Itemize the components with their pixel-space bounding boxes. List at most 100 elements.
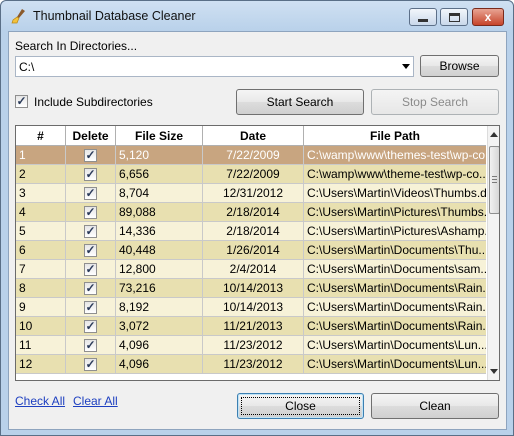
file-path-cell: C:\Users\Martin\Documents\sam... [304, 260, 486, 279]
date-cell: 11/23/2012 [203, 355, 304, 374]
title-bar[interactable]: Thumbnail Database Cleaner x [1, 1, 513, 31]
stop-search-button[interactable]: Stop Search [371, 89, 499, 115]
delete-checkbox[interactable]: ✓ [84, 300, 97, 314]
start-search-button[interactable]: Start Search [236, 89, 364, 115]
maximize-button[interactable] [440, 8, 468, 26]
directory-combobox[interactable]: C:\ [15, 56, 414, 77]
delete-checkbox[interactable]: ✓ [84, 243, 97, 257]
file-size-cell: 3,072 [116, 317, 203, 336]
clean-button[interactable]: Clean [371, 393, 499, 419]
delete-checkbox[interactable]: ✓ [84, 224, 97, 238]
table-row[interactable]: 9 ✓ 8,192 10/14/2013 C:\Users\Martin\Documen… [16, 298, 486, 317]
delete-cell[interactable]: ✓ [66, 279, 116, 298]
file-size-cell: 8,192 [116, 298, 203, 317]
file-path-cell: C:\wamp\www\theme-test\wp-co... [304, 165, 486, 184]
row-number: 2 [16, 165, 66, 184]
date-cell: 10/14/2013 [203, 279, 304, 298]
delete-cell[interactable]: ✓ [66, 241, 116, 260]
include-subdirectories-label[interactable]: Include Subdirectories [34, 95, 153, 109]
close-button[interactable]: Close [237, 393, 364, 419]
vertical-scrollbar[interactable] [487, 126, 499, 380]
delete-cell[interactable]: ✓ [66, 184, 116, 203]
scrollbar-thumb[interactable] [489, 146, 499, 214]
checkmark-icon: ✓ [85, 357, 96, 371]
file-path-cell: C:\Users\Martin\Documents\Rain... [304, 298, 486, 317]
checkmark-icon: ✓ [85, 300, 96, 314]
delete-cell[interactable]: ✓ [66, 317, 116, 336]
checkmark-icon: ✓ [85, 262, 96, 276]
check-all-link[interactable]: Check All [15, 394, 65, 408]
table-row[interactable]: 4 ✓ 89,088 2/18/2014 C:\Users\Martin\Picture… [16, 203, 486, 222]
delete-checkbox[interactable]: ✓ [84, 319, 97, 333]
checkmark-icon: ✓ [85, 205, 96, 219]
maximize-icon [449, 13, 460, 22]
client-area: Search In Directories... C:\ Browse ✓ In… [8, 31, 507, 430]
table-row[interactable]: 2 ✓ 6,656 7/22/2009 C:\wamp\www\theme-test\w… [16, 165, 486, 184]
date-cell: 12/31/2012 [203, 184, 304, 203]
file-size-cell: 8,704 [116, 184, 203, 203]
checkmark-icon: ✓ [85, 338, 96, 352]
delete-checkbox[interactable]: ✓ [84, 262, 97, 276]
row-number: 4 [16, 203, 66, 222]
table-row[interactable]: 7 ✓ 12,800 2/4/2014 C:\Users\Martin\Document… [16, 260, 486, 279]
chevron-down-icon[interactable] [402, 64, 410, 69]
delete-cell[interactable]: ✓ [66, 146, 116, 165]
column-header-delete[interactable]: Delete [66, 126, 116, 146]
table-row[interactable]: 8 ✓ 73,216 10/14/2013 C:\Users\Martin\Docume… [16, 279, 486, 298]
table-row[interactable]: 3 ✓ 8,704 12/31/2012 C:\Users\Martin\Videos\… [16, 184, 486, 203]
row-number: 11 [16, 336, 66, 355]
scroll-down-arrow-icon[interactable] [490, 369, 498, 374]
row-number: 8 [16, 279, 66, 298]
delete-cell[interactable]: ✓ [66, 355, 116, 374]
checkmark-icon: ✓ [85, 281, 96, 295]
browse-button[interactable]: Browse [420, 55, 499, 77]
delete-cell[interactable]: ✓ [66, 203, 116, 222]
grip-line [492, 176, 497, 177]
file-size-cell: 14,336 [116, 222, 203, 241]
table-row[interactable]: 12 ✓ 4,096 11/23/2012 C:\Users\Martin\Docume… [16, 355, 486, 374]
main-window: Thumbnail Database Cleaner x Search In D… [0, 0, 514, 436]
minimize-button[interactable] [409, 8, 437, 26]
file-size-cell: 12,800 [116, 260, 203, 279]
directory-value[interactable]: C:\ [19, 60, 34, 74]
date-cell: 2/18/2014 [203, 222, 304, 241]
table-row[interactable]: 11 ✓ 4,096 11/23/2012 C:\Users\Martin\Docume… [16, 336, 486, 355]
row-number: 7 [16, 260, 66, 279]
file-size-cell: 6,656 [116, 165, 203, 184]
broom-icon [11, 8, 27, 24]
delete-cell[interactable]: ✓ [66, 222, 116, 241]
close-window-button[interactable]: x [472, 8, 504, 26]
date-cell: 7/22/2009 [203, 146, 304, 165]
delete-cell[interactable]: ✓ [66, 260, 116, 279]
delete-cell[interactable]: ✓ [66, 165, 116, 184]
clear-all-link[interactable]: Clear All [73, 394, 118, 408]
table-row[interactable]: 5 ✓ 14,336 2/18/2014 C:\Users\Martin\Picture… [16, 222, 486, 241]
column-header-file-path[interactable]: File Path [304, 126, 486, 146]
window-title: Thumbnail Database Cleaner [33, 9, 196, 23]
include-subdirectories-checkbox[interactable]: ✓ [15, 94, 28, 108]
row-number: 5 [16, 222, 66, 241]
file-size-cell: 4,096 [116, 336, 203, 355]
table-row[interactable]: 10 ✓ 3,072 11/21/2013 C:\Users\Martin\Docume… [16, 317, 486, 336]
delete-checkbox[interactable]: ✓ [84, 186, 97, 200]
row-number: 9 [16, 298, 66, 317]
column-header-date[interactable]: Date [203, 126, 304, 146]
close-button-label: Close [285, 399, 316, 413]
delete-cell[interactable]: ✓ [66, 298, 116, 317]
table-row[interactable]: 6 ✓ 40,448 1/26/2014 C:\Users\Martin\Documen… [16, 241, 486, 260]
file-size-cell: 73,216 [116, 279, 203, 298]
scroll-up-arrow-icon[interactable] [490, 132, 498, 137]
delete-checkbox[interactable]: ✓ [84, 167, 97, 181]
grip-line [492, 179, 497, 180]
file-size-cell: 40,448 [116, 241, 203, 260]
table-row[interactable]: 1 ✓ 5,120 7/22/2009 C:\wamp\www\themes-test\… [16, 146, 486, 165]
delete-checkbox[interactable]: ✓ [84, 205, 97, 219]
delete-checkbox[interactable]: ✓ [84, 357, 97, 371]
results-table-body: # Delete File Size Date File Path 1 ✓ 5,12… [16, 126, 486, 380]
delete-cell[interactable]: ✓ [66, 336, 116, 355]
delete-checkbox[interactable]: ✓ [84, 338, 97, 352]
column-header-file-size[interactable]: File Size [116, 126, 203, 146]
delete-checkbox[interactable]: ✓ [84, 148, 97, 162]
column-header-number[interactable]: # [16, 126, 66, 146]
delete-checkbox[interactable]: ✓ [84, 281, 97, 295]
